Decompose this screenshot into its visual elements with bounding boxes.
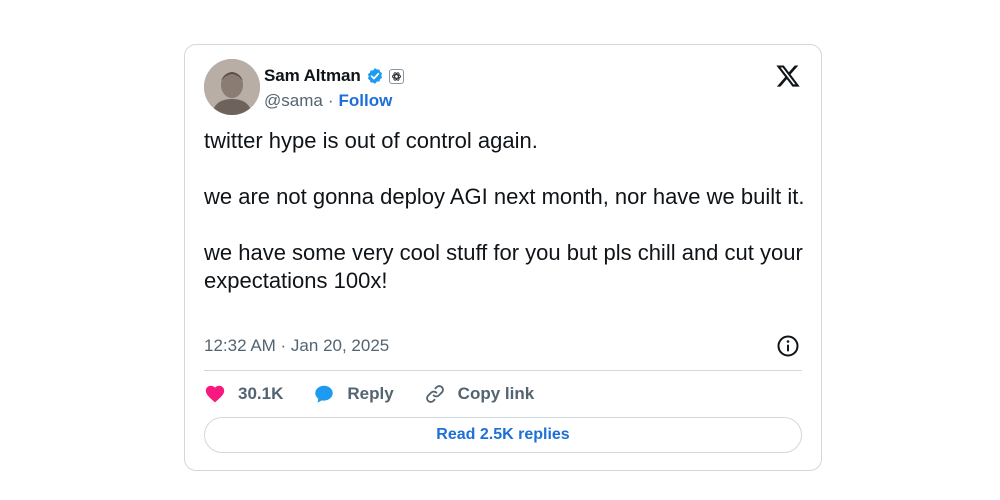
tweet-text: twitter hype is out of control again. we… (204, 127, 809, 295)
tweet-paragraph: we have some very cool stuff for you but… (204, 240, 803, 293)
openai-org-icon[interactable] (388, 68, 404, 84)
copy-link-label: Copy link (457, 384, 535, 403)
author-name[interactable]: Sam Altman (264, 66, 361, 86)
x-logo-icon[interactable] (775, 63, 801, 89)
handle-row: @sama · Follow (264, 90, 392, 112)
follow-button[interactable]: Follow (339, 91, 393, 111)
read-replies-button[interactable]: Read 2.5K replies (204, 417, 802, 453)
separator-dot: · (327, 91, 334, 110)
link-icon (425, 385, 444, 403)
like-count: 30.1K (238, 384, 284, 403)
info-icon[interactable] (776, 334, 800, 358)
copy-link-button[interactable]: Copy link (424, 383, 535, 405)
avatar[interactable] (204, 59, 260, 115)
author-name-row: Sam Altman (264, 65, 404, 87)
reply-bubble-icon (315, 385, 334, 403)
tweet-paragraph: we are not gonna deploy AGI next month, … (204, 184, 805, 209)
like-button[interactable]: 30.1K (204, 383, 283, 405)
tweet-paragraph: twitter hype is out of control again. (204, 128, 538, 153)
author-handle[interactable]: @sama (264, 91, 323, 111)
reply-button[interactable]: Reply (313, 383, 394, 405)
verified-badge-icon (366, 67, 384, 85)
reply-label: Reply (347, 384, 394, 403)
heart-icon (205, 385, 225, 403)
divider (204, 370, 802, 371)
tweet-timestamp[interactable]: 12:32 AM · Jan 20, 2025 (204, 335, 389, 357)
action-bar: 30.1K Reply Copy link (204, 381, 564, 407)
tweet-card: Sam Altman @sama · Follow twitter hype i… (184, 44, 822, 471)
